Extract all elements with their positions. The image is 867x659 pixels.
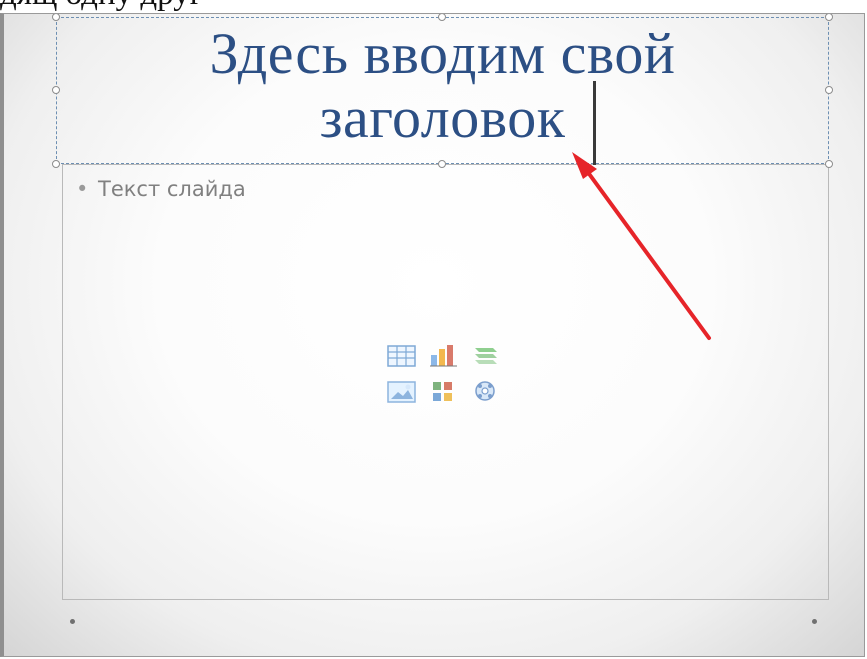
text-cursor <box>593 81 596 165</box>
picture-icon[interactable] <box>386 377 418 405</box>
resize-handle-bottom-center[interactable] <box>438 160 446 168</box>
content-insert-icons <box>386 341 504 407</box>
title-line-2: заголовок <box>319 85 566 150</box>
resize-handle-middle-left[interactable] <box>52 86 60 94</box>
document-text-fragment: дящ одну друг <box>0 0 867 14</box>
resize-handle-bottom-left[interactable] <box>52 160 60 168</box>
resize-handle-top-right[interactable] <box>825 14 833 21</box>
slide-canvas[interactable]: Здесь вводим свой заголовок • Текст слайд… <box>0 13 865 657</box>
body-text-label: Текст слайда <box>98 177 246 201</box>
resize-handle-top-center[interactable] <box>438 14 446 21</box>
chart-icon[interactable] <box>428 341 460 369</box>
resize-handle-middle-right[interactable] <box>825 86 833 94</box>
screenshot: дящ одну друг Здесь вводим свой заголово… <box>0 0 867 659</box>
media-icon[interactable] <box>470 377 502 405</box>
smartart-icon[interactable] <box>470 341 502 369</box>
table-icon[interactable] <box>386 341 418 369</box>
resize-handle-top-left[interactable] <box>52 14 60 21</box>
bullet-icon: • <box>76 177 89 201</box>
clipart-icon[interactable] <box>428 377 460 405</box>
slide-corner-dot-left <box>70 619 75 624</box>
resize-handle-bottom-right[interactable] <box>825 160 833 168</box>
slide-corner-dot-right <box>812 619 817 624</box>
title-placeholder[interactable]: Здесь вводим свой заголовок <box>56 17 829 165</box>
slide-body-text[interactable]: • Текст слайда <box>76 177 246 201</box>
title-line-1: Здесь вводим свой <box>209 21 676 86</box>
slide-title[interactable]: Здесь вводим свой заголовок <box>57 22 828 150</box>
